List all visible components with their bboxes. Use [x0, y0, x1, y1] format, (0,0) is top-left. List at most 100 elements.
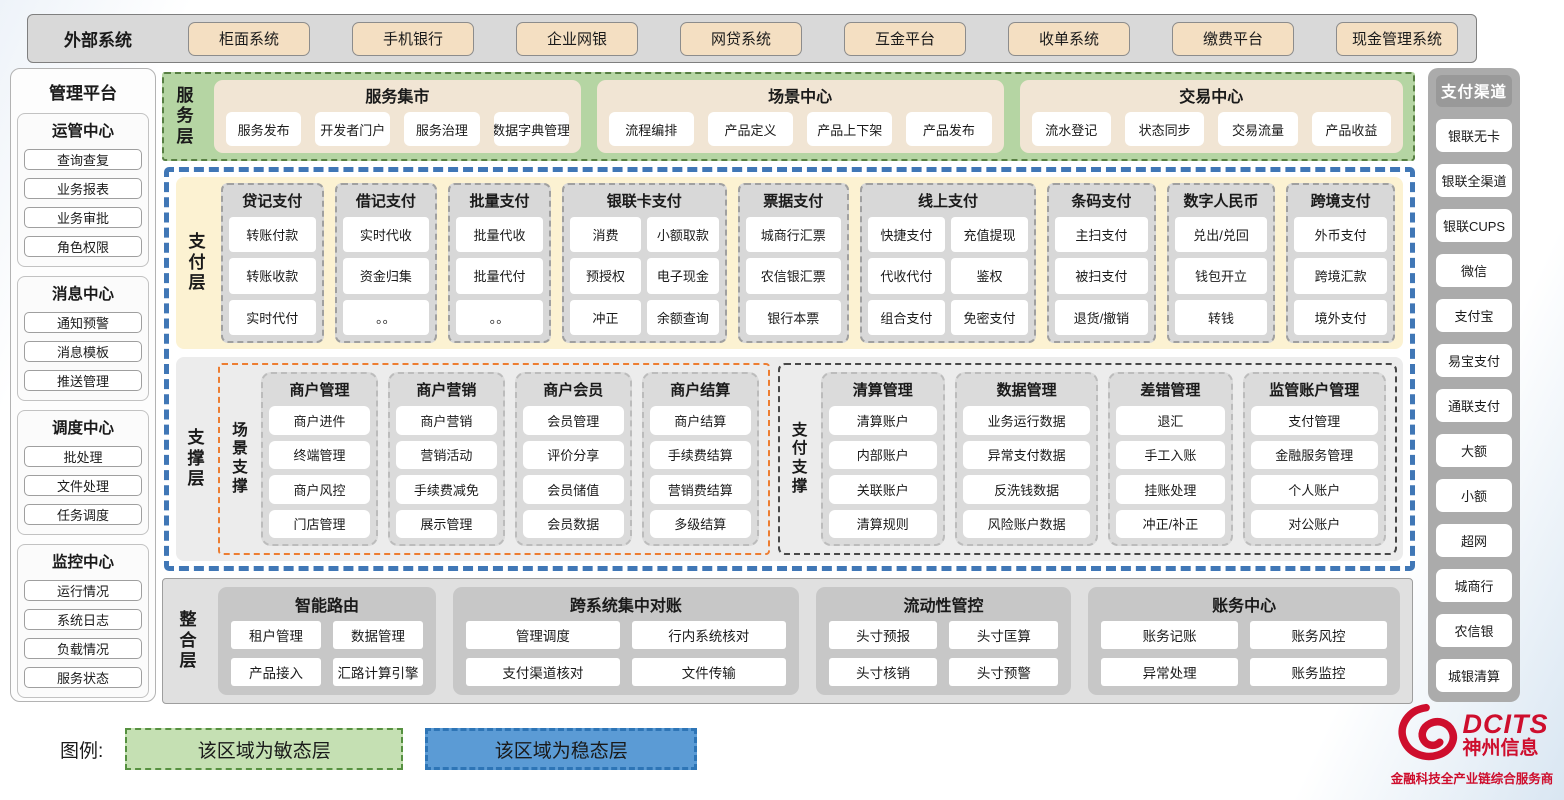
channel-button[interactable]: 大额	[1436, 434, 1512, 467]
external-system-button[interactable]: 现金管理系统	[1336, 22, 1458, 56]
feature-button[interactable]: 挂账处理	[1116, 475, 1224, 504]
feature-button[interactable]: 行内系统核对	[632, 621, 786, 649]
feature-button[interactable]: 反洗钱数据	[963, 475, 1091, 504]
feature-button[interactable]: 电子现金	[647, 258, 718, 293]
feature-button[interactable]: 评价分享	[523, 441, 624, 470]
channel-button[interactable]: 银联全渠道	[1436, 164, 1512, 197]
feature-button[interactable]: 汇路计算引擎	[333, 658, 423, 686]
feature-button[interactable]: 关联账户	[829, 475, 937, 504]
feature-button[interactable]: 产品发布	[906, 112, 991, 146]
channel-button[interactable]: 银联无卡	[1436, 119, 1512, 152]
menu-button[interactable]: 业务报表	[24, 178, 142, 199]
feature-button[interactable]: 对公账户	[1251, 510, 1379, 539]
feature-button[interactable]: 支付渠道核对	[466, 658, 620, 686]
external-system-button[interactable]: 柜面系统	[188, 22, 310, 56]
feature-button[interactable]: 商户营销	[396, 406, 497, 435]
feature-button[interactable]: 。。	[456, 300, 543, 335]
feature-button[interactable]: 业务运行数据	[963, 406, 1091, 435]
feature-button[interactable]: 资金归集	[343, 258, 430, 293]
menu-button[interactable]: 消息模板	[24, 341, 142, 362]
feature-button[interactable]: 数据管理	[333, 621, 423, 649]
feature-button[interactable]: 消费	[570, 217, 641, 252]
feature-button[interactable]: 会员储值	[523, 475, 624, 504]
feature-button[interactable]: 充值提现	[951, 217, 1028, 252]
feature-button[interactable]: 风险账户数据	[963, 510, 1091, 539]
menu-button[interactable]: 任务调度	[24, 504, 142, 525]
feature-button[interactable]: 数据字典管理	[494, 112, 569, 146]
feature-button[interactable]: 手工入账	[1116, 441, 1224, 470]
feature-button[interactable]: 组合支付	[868, 300, 945, 335]
feature-button[interactable]: 交易流量	[1218, 112, 1297, 146]
channel-button[interactable]: 农信银	[1436, 614, 1512, 647]
feature-button[interactable]: 金融服务管理	[1251, 441, 1379, 470]
feature-button[interactable]: 账务监控	[1250, 658, 1387, 686]
feature-button[interactable]: 退汇	[1116, 406, 1224, 435]
external-system-button[interactable]: 互金平台	[844, 22, 966, 56]
channel-button[interactable]: 超网	[1436, 524, 1512, 557]
feature-button[interactable]: 服务发布	[226, 112, 301, 146]
feature-button[interactable]: 异常处理	[1101, 658, 1238, 686]
external-system-button[interactable]: 网贷系统	[680, 22, 802, 56]
feature-button[interactable]: 产品收益	[1312, 112, 1391, 146]
feature-button[interactable]: 被扫支付	[1055, 258, 1148, 293]
feature-button[interactable]: 产品定义	[708, 112, 793, 146]
menu-button[interactable]: 系统日志	[24, 609, 142, 630]
menu-button[interactable]: 业务审批	[24, 207, 142, 228]
feature-button[interactable]: 服务治理	[404, 112, 479, 146]
channel-button[interactable]: 通联支付	[1436, 389, 1512, 422]
feature-button[interactable]: 商户风控	[269, 475, 370, 504]
feature-button[interactable]: 跨境汇款	[1294, 258, 1387, 293]
feature-button[interactable]: 多级结算	[650, 510, 751, 539]
feature-button[interactable]: 清算规则	[829, 510, 937, 539]
menu-button[interactable]: 通知预警	[24, 312, 142, 333]
menu-button[interactable]: 角色权限	[24, 236, 142, 257]
feature-button[interactable]: 。。	[343, 300, 430, 335]
feature-button[interactable]: 营销活动	[396, 441, 497, 470]
feature-button[interactable]: 异常支付数据	[963, 441, 1091, 470]
feature-button[interactable]: 个人账户	[1251, 475, 1379, 504]
feature-button[interactable]: 快捷支付	[868, 217, 945, 252]
feature-button[interactable]: 代收代付	[868, 258, 945, 293]
feature-button[interactable]: 商户结算	[650, 406, 751, 435]
channel-button[interactable]: 城商行	[1436, 569, 1512, 602]
feature-button[interactable]: 银行本票	[746, 300, 841, 335]
feature-button[interactable]: 产品上下架	[807, 112, 892, 146]
feature-button[interactable]: 清算账户	[829, 406, 937, 435]
channel-button[interactable]: 银联CUPS	[1436, 209, 1512, 242]
menu-button[interactable]: 负载情况	[24, 638, 142, 659]
feature-button[interactable]: 城商行汇票	[746, 217, 841, 252]
external-system-button[interactable]: 缴费平台	[1172, 22, 1294, 56]
menu-button[interactable]: 推送管理	[24, 370, 142, 391]
channel-button[interactable]: 城银清算	[1436, 659, 1512, 692]
external-system-button[interactable]: 企业网银	[516, 22, 638, 56]
feature-button[interactable]: 门店管理	[269, 510, 370, 539]
channel-button[interactable]: 微信	[1436, 254, 1512, 287]
menu-button[interactable]: 文件处理	[24, 475, 142, 496]
feature-button[interactable]: 实时代收	[343, 217, 430, 252]
menu-button[interactable]: 运行情况	[24, 580, 142, 601]
feature-button[interactable]: 内部账户	[829, 441, 937, 470]
feature-button[interactable]: 产品接入	[231, 658, 321, 686]
external-system-button[interactable]: 收单系统	[1008, 22, 1130, 56]
feature-button[interactable]: 营销费结算	[650, 475, 751, 504]
feature-button[interactable]: 免密支付	[951, 300, 1028, 335]
feature-button[interactable]: 批量代付	[456, 258, 543, 293]
feature-button[interactable]: 文件传输	[632, 658, 786, 686]
feature-button[interactable]: 流程编排	[609, 112, 694, 146]
feature-button[interactable]: 境外支付	[1294, 300, 1387, 335]
channel-button[interactable]: 小额	[1436, 479, 1512, 512]
feature-button[interactable]: 实时代付	[229, 300, 316, 335]
feature-button[interactable]: 手续费减免	[396, 475, 497, 504]
feature-button[interactable]: 展示管理	[396, 510, 497, 539]
feature-button[interactable]: 主扫支付	[1055, 217, 1148, 252]
menu-button[interactable]: 服务状态	[24, 667, 142, 688]
feature-button[interactable]: 批量代收	[456, 217, 543, 252]
feature-button[interactable]: 外币支付	[1294, 217, 1387, 252]
feature-button[interactable]: 管理调度	[466, 621, 620, 649]
feature-button[interactable]: 鉴权	[951, 258, 1028, 293]
feature-button[interactable]: 转账付款	[229, 217, 316, 252]
feature-button[interactable]: 手续费结算	[650, 441, 751, 470]
feature-button[interactable]: 租户管理	[231, 621, 321, 649]
feature-button[interactable]: 会员管理	[523, 406, 624, 435]
feature-button[interactable]: 头寸预警	[949, 658, 1058, 686]
